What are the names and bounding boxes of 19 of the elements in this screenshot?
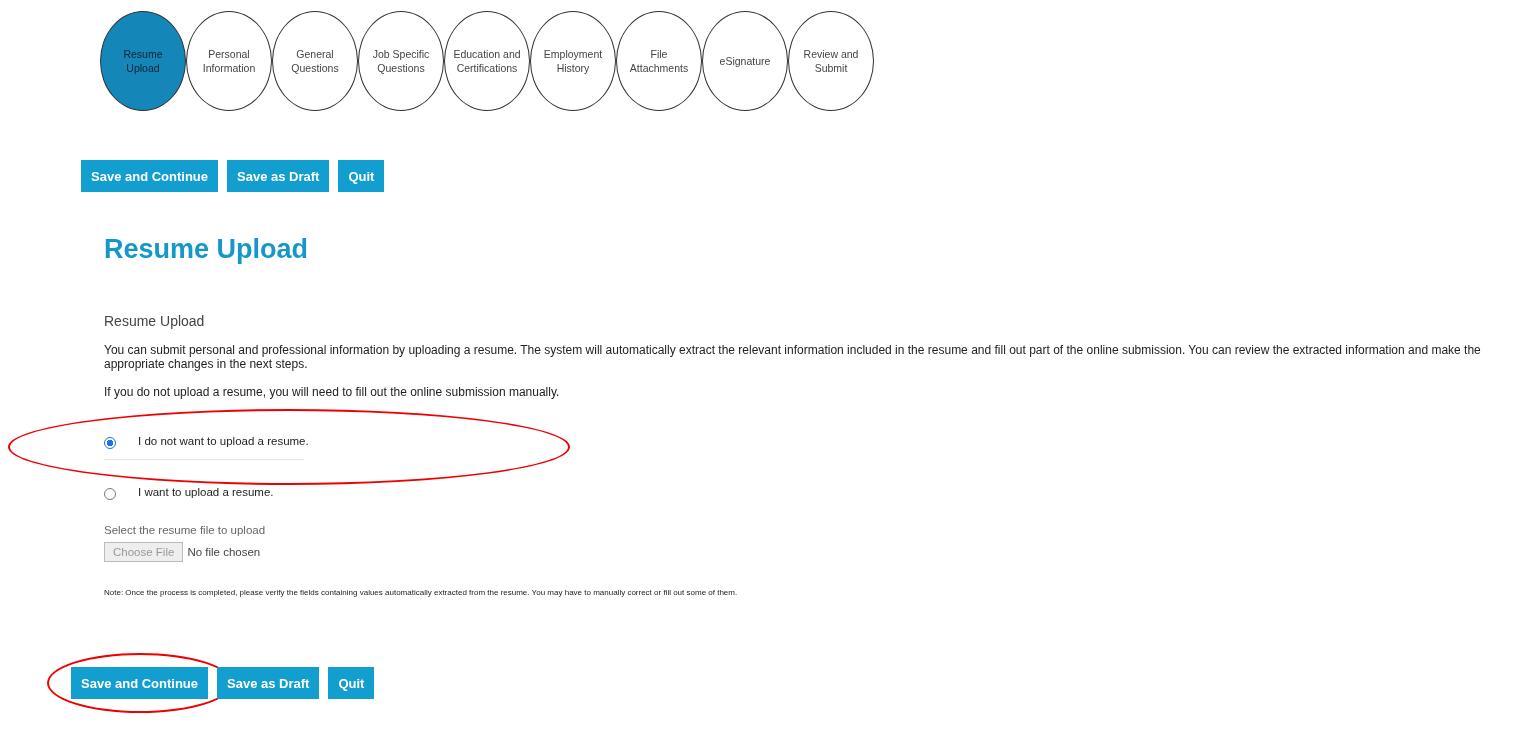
progress-step[interactable]: General Questions	[272, 11, 358, 111]
progress-step[interactable]: Review and Submit	[788, 11, 874, 111]
progress-step[interactable]: File Attachments	[616, 11, 702, 111]
paragraph: You can submit personal and professional information by uploading a resume. The system will automatically extract the relevant information included in the resume and fill out part of the online submission. You can review the extracted information and make the appropriate changes in the next steps.	[104, 343, 1482, 371]
progress-step[interactable]: Education and Certifications	[444, 11, 530, 111]
page-heading: Resume Upload	[104, 234, 310, 265]
radio-button[interactable]	[104, 437, 116, 449]
section-title: Resume Upload	[104, 313, 206, 329]
field-label: Select the resume file to upload	[104, 524, 267, 536]
progress-step[interactable]: eSignature	[702, 11, 788, 111]
progress-step[interactable]: Employment History	[530, 11, 616, 111]
note-text: Note: Once the process is completed, please verify the fields containing values automatically extracted from the resume. You may have to manually correct or fill out some of them.	[104, 588, 739, 597]
radio-label[interactable]: I want to upload a resume.	[138, 486, 274, 498]
progress-step[interactable]: Personal Information	[186, 11, 272, 111]
paragraph: If you do not upload a resume, you will need to fill out the online submission manually.	[104, 385, 561, 399]
progress-step[interactable]: Resume Upload	[100, 11, 186, 111]
progress-step[interactable]: Job Specific Questions	[358, 11, 444, 111]
radio-label[interactable]: I do not want to upload a resume.	[138, 435, 309, 447]
file-status: No file chosen	[187, 546, 261, 558]
